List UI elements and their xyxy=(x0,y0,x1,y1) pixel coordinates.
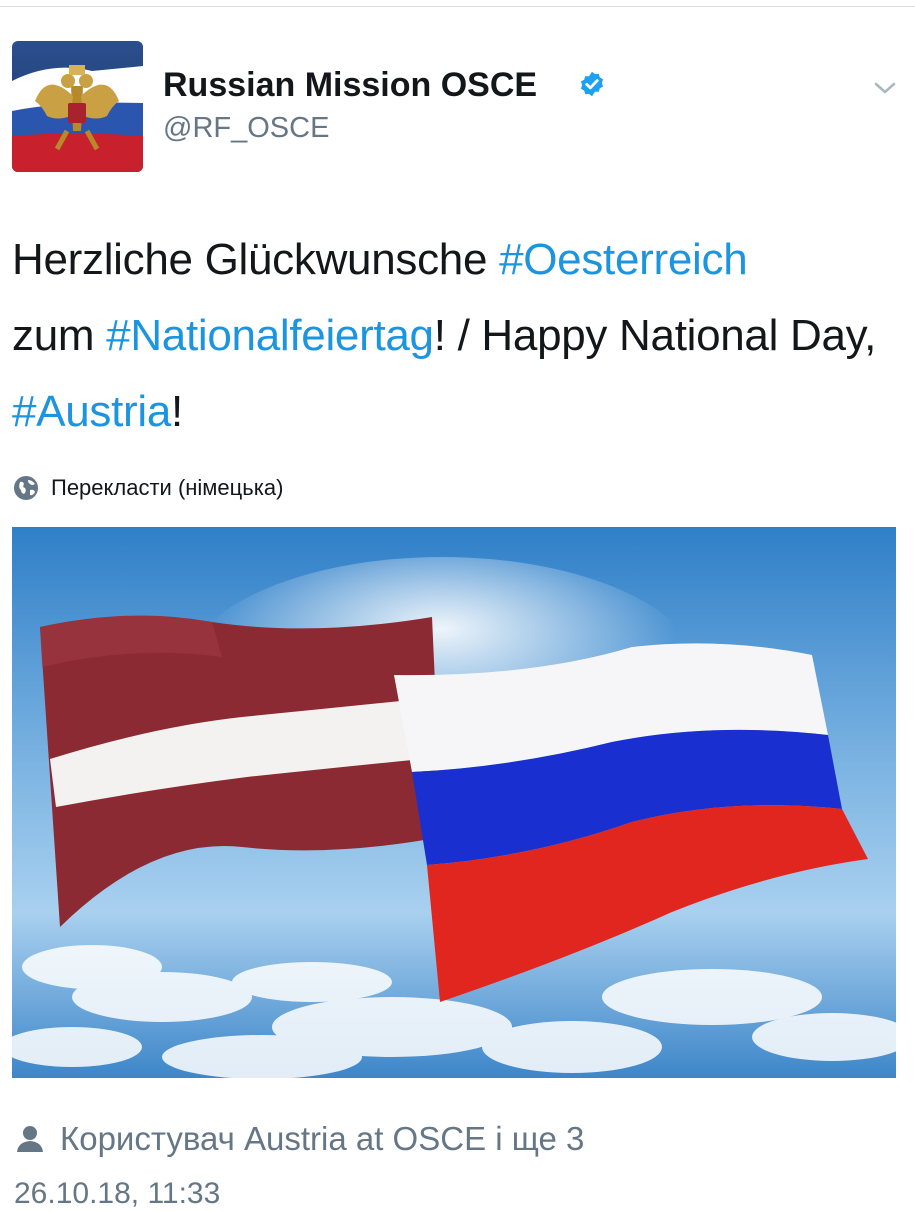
display-name[interactable]: Russian Mission OSCE xyxy=(163,66,537,105)
tagged-users-label: Користувач Austria at OSCE і ще 3 xyxy=(60,1120,585,1157)
tweet-media-image[interactable] xyxy=(12,527,896,1078)
globe-icon xyxy=(14,476,38,500)
tweet-text: Herzliche Glückwunsche #Oesterreich zum #… xyxy=(12,222,902,450)
person-icon xyxy=(17,1126,43,1152)
top-divider xyxy=(0,6,915,7)
tweet-timestamp: 26.10.18, 11:33 xyxy=(14,1177,221,1210)
tweet-text-part: ! / Happy National Day, xyxy=(433,311,877,360)
russian-emblem-avatar-image xyxy=(12,41,143,172)
latvia-russia-flags-image xyxy=(12,527,896,1078)
tweet-text-part: ! xyxy=(171,387,183,436)
translate-tweet-button[interactable]: Перекласти (німецька) xyxy=(12,473,283,503)
user-handle[interactable]: @RF_OSCE xyxy=(163,112,329,145)
hashtag-link-austria[interactable]: #Austria xyxy=(12,387,171,436)
hashtag-link-nationalfeiertag[interactable]: #Nationalfeiertag xyxy=(106,311,434,360)
translate-label: Перекласти (німецька) xyxy=(51,475,284,500)
tweet-text-part: Herzliche Glückwunsche xyxy=(12,235,500,284)
hashtag-link-oesterreich[interactable]: #Oesterreich xyxy=(499,235,748,284)
chevron-down-icon[interactable] xyxy=(872,78,898,98)
tweet-text-part: zum xyxy=(12,311,107,360)
profile-avatar[interactable] xyxy=(12,41,143,172)
verified-badge-icon xyxy=(580,71,604,97)
tagged-users-link[interactable]: Користувач Austria at OSCE і ще 3 xyxy=(14,1117,584,1161)
